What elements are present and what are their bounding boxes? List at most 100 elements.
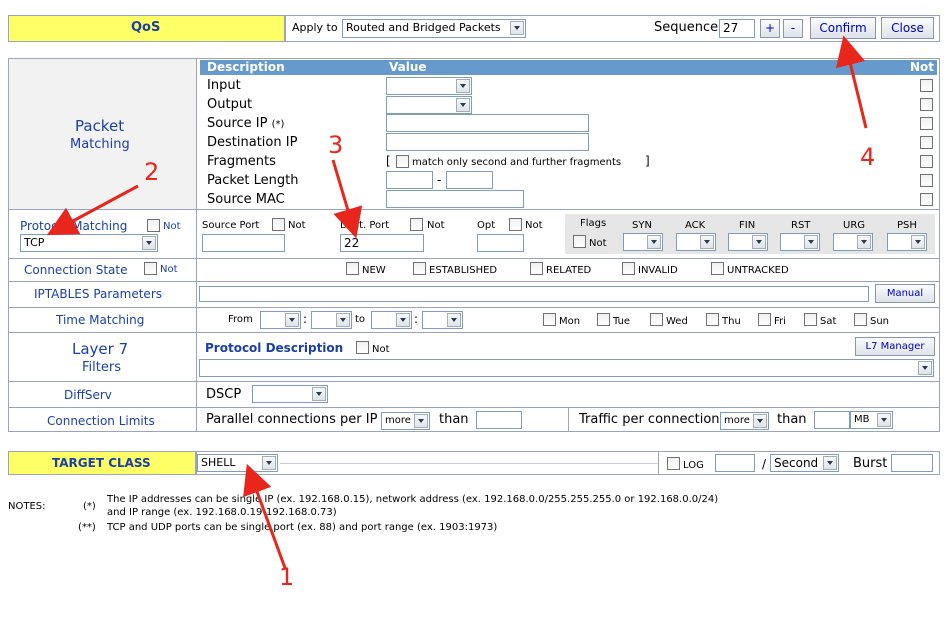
flag-ack-select[interactable] (676, 233, 716, 251)
from-minute-select[interactable] (311, 311, 352, 329)
l7-manager-button[interactable]: L7 Manager (855, 337, 935, 356)
day-tue-checkbox[interactable] (597, 313, 610, 326)
fragments-close-bracket: ] (645, 154, 650, 168)
state-untracked-label: UNTRACKED (727, 265, 789, 276)
flags-not-checkbox[interactable] (573, 235, 586, 248)
confirm-button[interactable]: Confirm (810, 17, 876, 39)
dest-port-not-checkbox[interactable] (410, 218, 423, 231)
flag-syn-select[interactable] (623, 233, 663, 251)
col-not: Not (910, 60, 935, 74)
protocol-select[interactable]: TCP (20, 234, 158, 252)
log-label: LOG (683, 460, 704, 471)
source-mac-input[interactable] (386, 190, 524, 208)
layer7-protocol-select[interactable] (199, 359, 934, 377)
packet-matching-title: Packet (75, 117, 125, 135)
day-mon-checkbox[interactable] (543, 313, 556, 326)
packet-length-separator: - (437, 173, 442, 187)
time-to-label: to (355, 314, 366, 325)
state-established-checkbox[interactable] (413, 262, 426, 275)
sequence-input[interactable]: 27 (719, 19, 755, 38)
state-invalid-checkbox[interactable] (622, 262, 635, 275)
flag-urg-select[interactable] (833, 233, 873, 251)
source-mac-not-checkbox[interactable] (920, 193, 933, 206)
fragments-not-checkbox[interactable] (920, 155, 933, 168)
day-fri-checkbox[interactable] (758, 313, 771, 326)
burst-label: Burst (853, 456, 888, 471)
log-rate-input[interactable] (715, 454, 755, 472)
chevron-down-icon (877, 413, 891, 427)
chevron-down-icon (142, 236, 156, 250)
sequence-label: Sequence (654, 20, 719, 35)
parallel-connections-input[interactable] (476, 411, 522, 429)
state-untracked-checkbox[interactable] (711, 262, 724, 275)
traffic-compare-select[interactable]: more (720, 412, 769, 430)
packet-length-max-input[interactable] (446, 171, 493, 189)
output-not-checkbox[interactable] (920, 98, 933, 111)
traffic-value-input[interactable] (814, 411, 850, 429)
iptables-input[interactable] (199, 286, 869, 302)
log-period-select[interactable]: Second (770, 454, 839, 472)
day-wed-checkbox[interactable] (650, 313, 663, 326)
target-class-select[interactable]: SHELL (197, 454, 278, 472)
chevron-down-icon (804, 235, 818, 249)
dest-port-input[interactable]: 22 (340, 234, 424, 252)
flag-fin-select[interactable] (728, 233, 768, 251)
log-rate-separator: / (762, 457, 767, 471)
source-ip-not-checkbox[interactable] (920, 117, 933, 130)
flag-rst-select[interactable] (780, 233, 820, 251)
manual-button[interactable]: Manual (875, 284, 935, 303)
source-ip-input[interactable] (386, 114, 589, 132)
chevron-down-icon (285, 313, 299, 327)
burst-input[interactable] (891, 454, 933, 472)
notes-label: NOTES: (8, 501, 46, 512)
packet-length-not-checkbox[interactable] (920, 174, 933, 187)
target-class-value: SHELL (201, 456, 236, 469)
parallel-connections-label: Parallel connections per IP (206, 412, 378, 427)
flag-psh-label: PSH (897, 220, 917, 231)
layer7-not-checkbox[interactable] (356, 341, 369, 354)
protocol-not-checkbox[interactable] (147, 219, 160, 232)
opt-not-checkbox[interactable] (509, 218, 522, 231)
state-established-label: ESTABLISHED (429, 265, 498, 276)
destination-ip-input[interactable] (386, 133, 589, 151)
connection-limits-label: Connection Limits (47, 414, 155, 428)
sequence-up-button[interactable]: + (760, 19, 780, 38)
dest-port-not-label: Not (427, 220, 445, 231)
source-port-input[interactable] (202, 234, 285, 252)
apply-to-select[interactable]: Routed and Bridged Packets (342, 19, 526, 38)
dscp-select[interactable] (252, 385, 328, 403)
flag-psh-select[interactable] (887, 233, 927, 251)
to-colon: : (414, 312, 419, 326)
to-minute-select[interactable] (422, 311, 463, 329)
close-button[interactable]: Close (881, 17, 934, 39)
fragments-open-bracket: [ (386, 154, 391, 168)
day-sat-checkbox[interactable] (804, 313, 817, 326)
packet-length-min-input[interactable] (386, 171, 433, 189)
source-port-not-checkbox[interactable] (272, 218, 285, 231)
state-related-label: RELATED (546, 265, 592, 276)
flag-fin-label: FIN (739, 220, 756, 231)
day-sun-checkbox[interactable] (854, 313, 867, 326)
input-not-checkbox[interactable] (920, 79, 933, 92)
state-related-checkbox[interactable] (530, 262, 543, 275)
chevron-down-icon (414, 414, 428, 428)
day-thu-checkbox[interactable] (706, 313, 719, 326)
log-checkbox[interactable] (667, 457, 680, 470)
fragments-checkbox[interactable] (396, 155, 409, 168)
flags-label: Flags (580, 218, 607, 229)
note-1-line-2: and IP range (ex. 192.168.0.19-192.168.0… (107, 507, 337, 518)
destination-ip-not-checkbox[interactable] (920, 136, 933, 149)
row-packet-length-label: Packet Length (207, 173, 299, 188)
opt-input[interactable] (477, 234, 524, 252)
state-new-checkbox[interactable] (346, 262, 359, 275)
flag-syn-label: SYN (632, 220, 652, 231)
parallel-compare-select[interactable]: more (381, 412, 430, 430)
connection-state-not-checkbox[interactable] (144, 262, 157, 275)
output-interface-select[interactable] (386, 96, 472, 114)
traffic-unit-select[interactable]: MB (850, 411, 893, 429)
sequence-down-button[interactable]: - (783, 19, 803, 38)
to-hour-select[interactable] (371, 311, 412, 329)
input-interface-select[interactable] (386, 77, 472, 95)
source-port-not-label: Not (288, 220, 306, 231)
from-hour-select[interactable] (260, 311, 301, 329)
